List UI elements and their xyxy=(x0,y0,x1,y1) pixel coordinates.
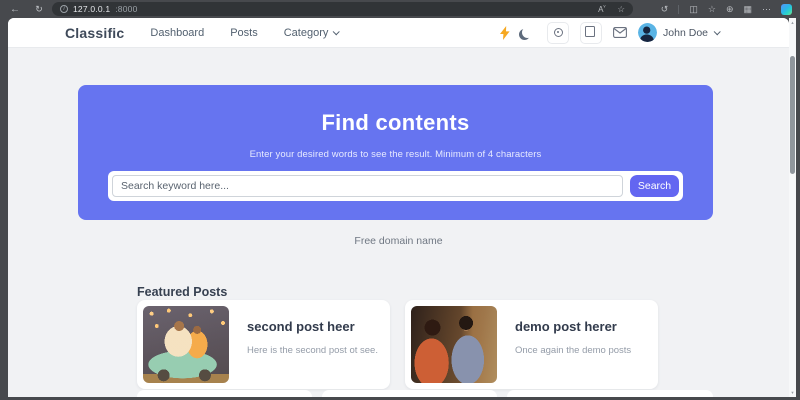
browser-essentials-icon[interactable]: ⊕ xyxy=(726,4,734,15)
browser-toolbar: ← ↻ i 127.0.0.1 :8000 A ☆ ↺ ◫ ☆ ⊕ ▦ ⋯ xyxy=(0,0,800,18)
target-button[interactable] xyxy=(547,21,570,44)
toolbar-divider xyxy=(678,4,680,14)
post-card[interactable]: second post heer Here is the second post… xyxy=(137,300,390,389)
featured-posts-row: second post heer Here is the second post… xyxy=(137,300,658,389)
brand-logo[interactable]: Classific xyxy=(65,25,124,41)
search-bar: Search xyxy=(108,171,683,201)
post-thumbnail-image xyxy=(143,306,229,383)
post-card[interactable]: demo post herer Once again the demo post… xyxy=(405,300,658,389)
chevron-down-icon xyxy=(333,28,341,36)
scrollbar[interactable]: ▲ ▼ xyxy=(789,18,796,397)
page-viewport: Classific Dashboard Posts Category John … xyxy=(8,18,789,397)
nav-item-posts[interactable]: Posts xyxy=(230,27,258,39)
nav-item-category[interactable]: Category xyxy=(283,26,341,39)
mail-icon[interactable] xyxy=(613,27,627,38)
copilot-icon[interactable] xyxy=(781,3,792,15)
promo-text: Free domain name xyxy=(354,235,443,247)
history-icon[interactable]: ↺ xyxy=(661,4,669,15)
clipboard-icon xyxy=(584,25,596,37)
read-aloud-icon[interactable]: A xyxy=(598,5,605,14)
next-row-card-peek xyxy=(137,390,312,397)
featured-posts-heading: Featured Posts xyxy=(137,285,228,299)
favorite-star-icon[interactable]: ☆ xyxy=(617,4,625,15)
post-description: Once again the demo posts xyxy=(515,345,632,356)
hero-subtitle: Enter your desired words to see the resu… xyxy=(249,149,542,160)
hero-title: Find contents xyxy=(321,110,470,135)
nav-item-label: Dashboard xyxy=(150,26,205,39)
nav-item-label: Posts xyxy=(230,26,258,39)
back-icon[interactable]: ← xyxy=(6,0,24,18)
hero-banner: Find contents Enter your desired words t… xyxy=(78,85,713,220)
scrollbar-thumb[interactable] xyxy=(790,56,795,174)
split-screen-icon[interactable]: ◫ xyxy=(689,4,698,15)
next-row-card-peek xyxy=(507,390,713,397)
lightning-bolt-icon[interactable] xyxy=(499,25,511,40)
target-icon xyxy=(553,28,563,37)
url-port: :8000 xyxy=(115,4,138,14)
avatar xyxy=(638,23,658,42)
url-host: 127.0.0.1 xyxy=(73,4,111,14)
post-description: Here is the second post ot see. xyxy=(247,345,378,356)
scroll-up-icon[interactable]: ▲ xyxy=(789,20,796,25)
refresh-icon[interactable]: ↻ xyxy=(30,0,48,18)
post-thumbnail-image xyxy=(411,306,497,383)
more-icon[interactable]: ⋯ xyxy=(762,4,771,15)
page-content: Find contents Enter your desired words t… xyxy=(8,48,789,397)
nav-item-dashboard[interactable]: Dashboard xyxy=(150,27,204,39)
post-title: second post heer xyxy=(247,319,355,334)
browser-window: ← ↻ i 127.0.0.1 :8000 A ☆ ↺ ◫ ☆ ⊕ ▦ ⋯ Cl… xyxy=(0,0,800,400)
post-title: demo post herer xyxy=(515,319,617,334)
nav-item-label: Category xyxy=(283,26,329,39)
clipboard-button[interactable] xyxy=(580,21,603,44)
user-menu[interactable]: John Doe xyxy=(638,23,721,42)
chevron-down-icon xyxy=(713,28,721,36)
scroll-down-icon[interactable]: ▼ xyxy=(789,390,796,395)
dark-mode-moon-icon[interactable] xyxy=(522,27,533,38)
search-button[interactable]: Search xyxy=(630,175,679,197)
app-navbar: Classific Dashboard Posts Category John … xyxy=(8,18,789,48)
user-name: John Doe xyxy=(663,26,708,39)
next-row-card-peek xyxy=(322,390,497,397)
search-input[interactable] xyxy=(112,175,623,197)
extensions-icon[interactable]: ▦ xyxy=(743,4,752,15)
collections-icon[interactable]: ☆ xyxy=(708,4,716,15)
address-bar[interactable]: i 127.0.0.1 :8000 A ☆ xyxy=(52,2,633,16)
site-info-icon[interactable]: i xyxy=(60,5,68,13)
